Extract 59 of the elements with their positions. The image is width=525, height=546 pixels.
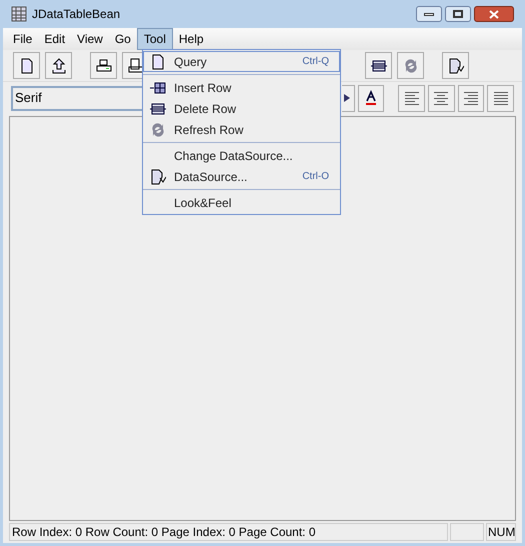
shortcut-label: Ctrl-O — [302, 170, 329, 184]
menu-entry-label: Change DataSource... — [174, 148, 294, 164]
close-icon — [489, 10, 499, 18]
refresh-icon — [402, 58, 418, 74]
menu-entry-label: Refresh Row — [174, 122, 244, 138]
toolbar-button[interactable] — [358, 84, 384, 112]
menu-entry-label: Query — [174, 54, 208, 70]
toolbar-button[interactable] — [13, 52, 40, 79]
shortcut-label: Ctrl-Q — [302, 55, 329, 69]
table-icon — [11, 6, 27, 22]
menu-item[interactable]: View — [71, 28, 109, 50]
status-text: Row Index: 0 Row Count: 0 Page Index: 0 Page Count: 0 — [9, 523, 448, 541]
print-preview-icon — [128, 58, 144, 74]
toolbar-button[interactable] — [365, 52, 392, 79]
menu-entry[interactable]: Change DataSource... — [143, 145, 340, 166]
insert-row-icon — [150, 80, 166, 96]
menu-entry-label: Look&Feel — [174, 194, 232, 212]
delete-row-icon — [370, 58, 386, 74]
refresh-icon — [150, 122, 166, 138]
menu-entry[interactable]: Query Ctrl-Q — [143, 51, 340, 72]
align-left-icon — [404, 90, 420, 106]
toolbar-button[interactable] — [45, 52, 72, 79]
document-icon — [150, 54, 166, 70]
delete-row-icon — [150, 100, 166, 116]
menu-entry[interactable]: Refresh Row — [143, 119, 340, 140]
menu-entry[interactable]: Delete Row — [143, 98, 340, 119]
justify-icon — [492, 90, 509, 106]
toolbar-button[interactable] — [90, 52, 117, 79]
toolbar-button[interactable] — [342, 84, 355, 112]
toolbar-button[interactable] — [428, 84, 455, 112]
toolbar-button[interactable] — [442, 52, 469, 79]
menu-entry[interactable]: DataSource... Ctrl-O — [143, 166, 340, 187]
menu-item[interactable]: Edit — [38, 28, 72, 50]
menu-entry-label: Delete Row — [174, 100, 238, 118]
document-icon — [18, 58, 34, 74]
menu-item[interactable]: Go — [108, 28, 137, 50]
toolbar-button[interactable] — [398, 84, 425, 112]
maximize-button[interactable] — [445, 6, 471, 22]
num-lock-indicator: NUM — [486, 523, 516, 541]
printer-icon — [96, 58, 112, 74]
align-right-icon — [462, 90, 479, 106]
minimize-button[interactable] — [416, 6, 442, 22]
menu-item[interactable]: Help — [172, 28, 210, 50]
menu-item[interactable]: Tool — [136, 28, 173, 50]
menu-item[interactable]: File — [7, 28, 38, 50]
menu-entry[interactable]: Look&Feel — [143, 192, 340, 213]
upload-icon — [50, 58, 66, 74]
menu-entry-label: DataSource... — [174, 168, 248, 186]
status-panel — [450, 523, 484, 541]
menu-entry[interactable]: Insert Row — [143, 77, 340, 98]
document-arrow-icon — [448, 58, 464, 74]
toolbar-button[interactable] — [458, 84, 484, 112]
menu-entry-label: Insert Row — [174, 80, 232, 96]
toolbar-button[interactable] — [487, 84, 514, 112]
document-arrow-icon — [150, 168, 166, 184]
align-center-icon — [433, 90, 450, 106]
close-button[interactable] — [474, 6, 514, 22]
window-title: JDataTableBean — [32, 6, 120, 23]
font-combo[interactable]: Serif — [11, 86, 144, 110]
